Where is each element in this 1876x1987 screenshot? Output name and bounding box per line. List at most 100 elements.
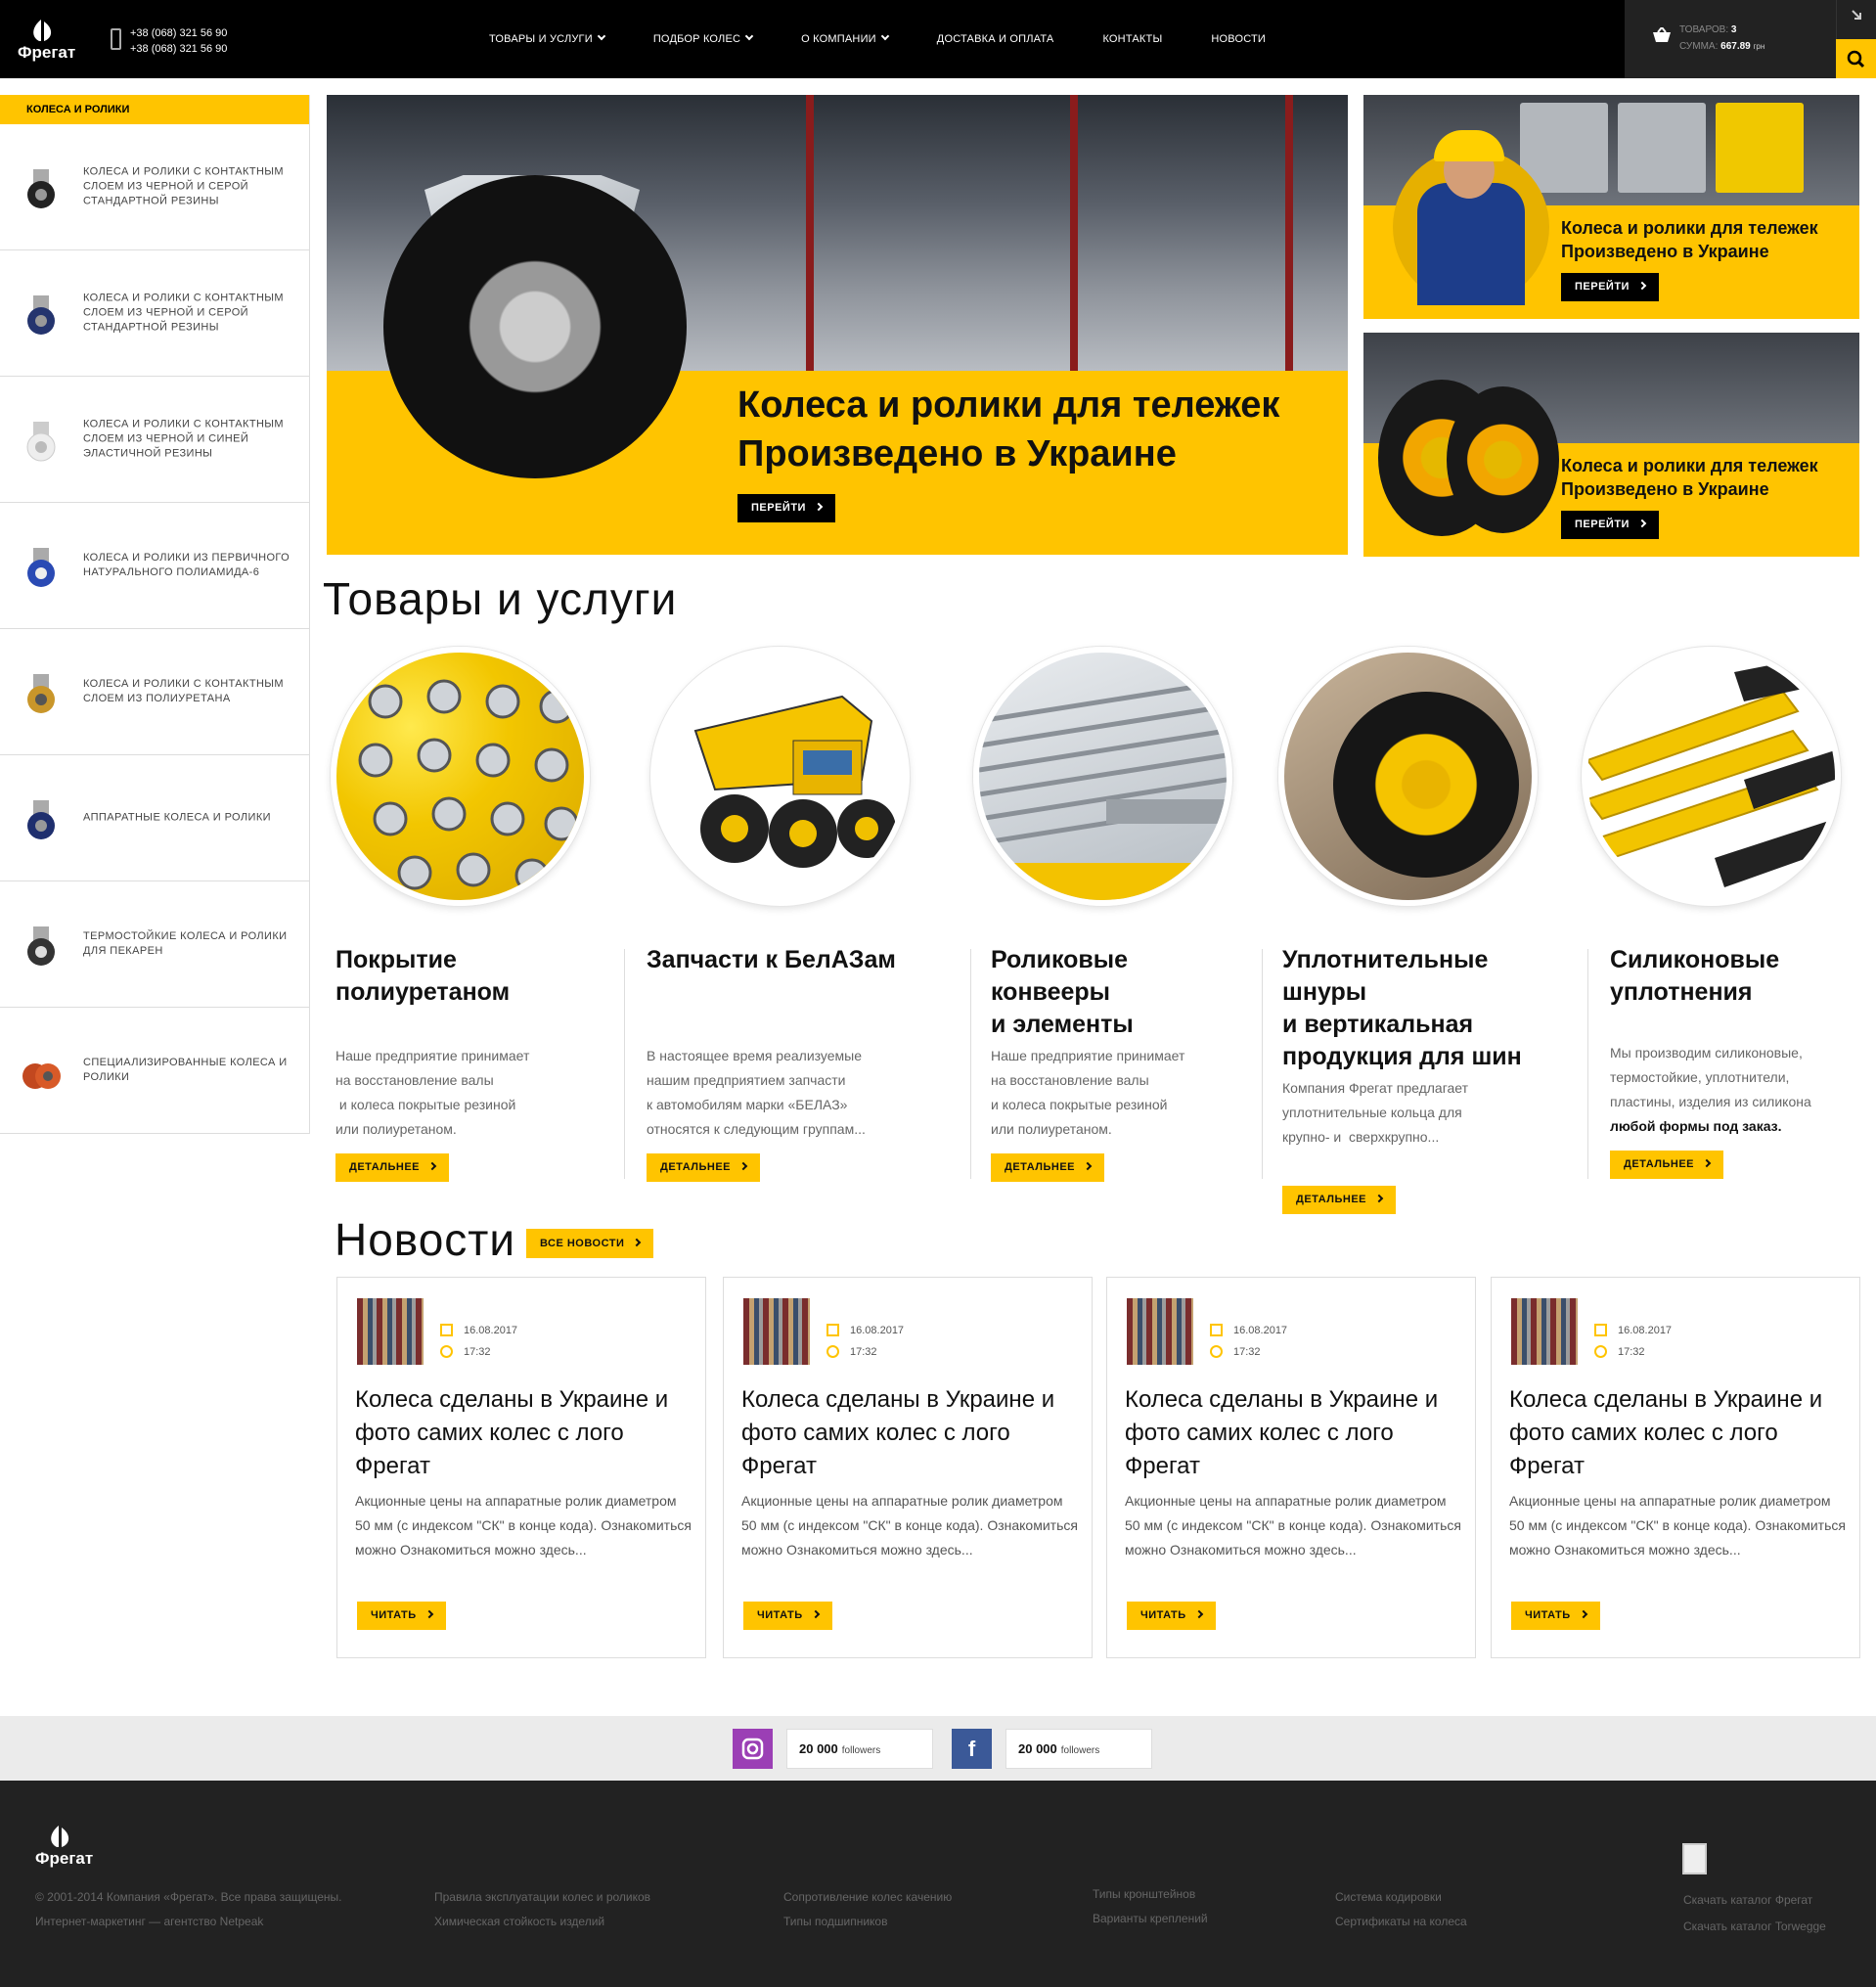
facebook-icon[interactable]: f bbox=[952, 1729, 992, 1769]
news-title[interactable]: Колеса сделаны в Украине и фото самих ко… bbox=[741, 1383, 1074, 1483]
details-button[interactable]: Детальнее bbox=[1282, 1186, 1397, 1214]
chevron-right-icon bbox=[1637, 281, 1647, 291]
cart-widget[interactable]: Товаров: 3 Сумма: 667.89 грн bbox=[1625, 0, 1836, 78]
sidebar-item[interactable]: Колеса и ролики с контактным слоем из че… bbox=[0, 377, 309, 503]
sidebar-item[interactable]: Колеса и ролики с контактным слоем из по… bbox=[0, 629, 309, 755]
promo-title-line: Колеса и ролики для тележек bbox=[1561, 456, 1818, 475]
logo-text: Фрегат bbox=[18, 43, 76, 62]
caster-wheel-icon bbox=[27, 800, 55, 839]
product-text-line: Компания Фрегат предлагает bbox=[1282, 1080, 1469, 1096]
news-title[interactable]: Колеса сделаны в Украине и фото самих ко… bbox=[1509, 1383, 1842, 1483]
product-image-seals-tires[interactable] bbox=[1278, 647, 1538, 906]
phone-number[interactable]: +38 (068) 321 56 90 bbox=[130, 25, 227, 41]
read-button[interactable]: Читать bbox=[743, 1602, 832, 1630]
promo-go-button[interactable]: Перейти bbox=[1561, 273, 1659, 301]
calendar-icon bbox=[826, 1324, 839, 1336]
news-thumbnail[interactable] bbox=[1127, 1298, 1193, 1365]
news-thumbnail[interactable] bbox=[357, 1298, 424, 1365]
news-date-value: 16.08.2017 bbox=[1233, 1325, 1288, 1336]
read-button[interactable]: Читать bbox=[1127, 1602, 1216, 1630]
button-label: Перейти bbox=[1575, 519, 1630, 530]
nav-item-delivery[interactable]: Доставка и оплата bbox=[937, 33, 1054, 45]
nav-item-contacts[interactable]: Контакты bbox=[1102, 33, 1162, 45]
sidebar-item[interactable]: Термостойкие колеса и ролики для пекарен bbox=[0, 881, 309, 1008]
button-label: Читать bbox=[1140, 1609, 1186, 1621]
sail-logo-icon bbox=[51, 1826, 69, 1847]
button-label: Детальнее bbox=[1005, 1161, 1076, 1173]
chevron-right-icon bbox=[1702, 1158, 1712, 1168]
product-image-conveyor[interactable] bbox=[973, 647, 1232, 906]
footer-link[interactable]: Правила эксплуатации колес и роликов bbox=[434, 1885, 650, 1910]
button-label: Детальнее bbox=[1296, 1194, 1367, 1205]
footer-links: Правила эксплуатации колес и роликов Хим… bbox=[434, 1885, 650, 1934]
footer-link[interactable]: Сопротивление колес качению bbox=[783, 1885, 952, 1910]
footer-link[interactable]: Типы подшипников bbox=[783, 1910, 952, 1934]
details-button[interactable]: Детальнее bbox=[335, 1153, 450, 1182]
sidebar-item[interactable]: Специализированные колеса и ролики bbox=[0, 1008, 309, 1134]
details-button[interactable]: Детальнее bbox=[991, 1153, 1105, 1182]
footer-link[interactable]: Сертификаты на колеса bbox=[1335, 1910, 1467, 1934]
agency-link[interactable]: Интернет-маркетинг — агентство Netpeak bbox=[35, 1910, 342, 1934]
product-text-line: уплотнительные кольца для bbox=[1282, 1105, 1462, 1120]
promo-go-button[interactable]: Перейти bbox=[1561, 511, 1659, 539]
details-button[interactable]: Детальнее bbox=[1610, 1151, 1724, 1179]
clock-icon bbox=[826, 1345, 839, 1358]
sidebar-item[interactable]: Колеса и ролики с контактным слоем из че… bbox=[0, 124, 309, 250]
product-image-silicone[interactable] bbox=[1582, 647, 1841, 906]
news-time-value: 17:32 bbox=[464, 1346, 491, 1358]
footer-links: Типы кронштейнов Варианты креплений bbox=[1093, 1882, 1208, 1931]
product-text-line: Наше предприятие принимает bbox=[335, 1048, 530, 1063]
nav-item-news[interactable]: Новости bbox=[1211, 33, 1266, 45]
sidebar-item[interactable]: Аппаратные колеса и ролики bbox=[0, 755, 309, 881]
sidebar-item[interactable]: Колеса и ролики с контактным слоем из че… bbox=[0, 250, 309, 377]
product-text-line: на восстановление валы bbox=[335, 1072, 494, 1088]
login-button[interactable] bbox=[1836, 0, 1876, 39]
news-title[interactable]: Колеса сделаны в Украине и фото самих ко… bbox=[1125, 1383, 1457, 1483]
follower-count: 20 000 bbox=[799, 1741, 838, 1756]
footer-logo[interactable]: Фрегат bbox=[35, 1826, 93, 1869]
sidebar-item-label: Термостойкие колеса и ролики для пекарен bbox=[83, 930, 288, 957]
footer-link[interactable]: Система кодировки bbox=[1335, 1885, 1467, 1910]
details-button[interactable]: Детальнее bbox=[647, 1153, 761, 1182]
footer-link[interactable]: Химическая стойкость изделий bbox=[434, 1910, 650, 1934]
phone-number[interactable]: +38 (068) 321 56 90 bbox=[130, 41, 227, 57]
read-button[interactable]: Читать bbox=[1511, 1602, 1600, 1630]
chevron-right-icon bbox=[633, 1238, 642, 1247]
nav-item-about[interactable]: О компании bbox=[801, 31, 890, 45]
button-label: Все новости bbox=[540, 1238, 625, 1249]
footer: Фрегат © 2001-2014 Компания «Фрегат». Вс… bbox=[0, 1781, 1876, 1987]
hero-go-button[interactable]: Перейти bbox=[737, 494, 835, 522]
product-image-polyurethane[interactable] bbox=[331, 647, 590, 906]
login-arrow-icon bbox=[1852, 10, 1861, 20]
footer-copyright: © 2001-2014 Компания «Фрегат». Все права… bbox=[35, 1885, 342, 1934]
instagram-icon[interactable] bbox=[733, 1729, 773, 1769]
all-news-button[interactable]: Все новости bbox=[526, 1229, 654, 1258]
sidebar-item-label: Колеса и ролики из первичного натурально… bbox=[83, 552, 290, 578]
cart-items-label: Товаров: bbox=[1679, 24, 1729, 35]
cart-items-value: 3 bbox=[1730, 24, 1737, 35]
footer-link[interactable]: Варианты креплений bbox=[1093, 1907, 1208, 1931]
chevron-down-icon bbox=[880, 31, 890, 41]
product-text-line: на восстановление валы bbox=[991, 1072, 1149, 1088]
button-label: Детальнее bbox=[660, 1161, 732, 1173]
footer-links: Система кодировки Сертификаты на колеса bbox=[1335, 1885, 1467, 1934]
nav-item-wheel-selection[interactable]: Подбор колес bbox=[653, 31, 754, 45]
product-card: Уплотнительные шнуры и вертикальная прод… bbox=[1282, 944, 1576, 1214]
product-title: Запчасти к БелАЗам bbox=[647, 944, 960, 976]
footer-link[interactable]: Типы кронштейнов bbox=[1093, 1882, 1208, 1907]
download-catalog-link[interactable]: Скачать каталог Фрегат bbox=[1683, 1887, 1826, 1914]
product-image-belaz[interactable] bbox=[650, 647, 910, 906]
sidebar-item[interactable]: Колеса и ролики из первичного натурально… bbox=[0, 503, 309, 629]
product-description: Компания Фрегат предлагает уплотнительны… bbox=[1282, 1076, 1576, 1150]
download-catalog-link[interactable]: Скачать каталог Torwegge bbox=[1683, 1914, 1826, 1940]
search-button[interactable] bbox=[1836, 39, 1876, 78]
product-description: Наше предприятие принимает на восстановл… bbox=[335, 1044, 614, 1142]
category-sidebar: Колеса и ролики Колеса и ролики с контак… bbox=[0, 95, 310, 1134]
read-button[interactable]: Читать bbox=[357, 1602, 446, 1630]
news-thumbnail[interactable] bbox=[743, 1298, 810, 1365]
nav-item-products[interactable]: Товары и услуги bbox=[489, 31, 606, 45]
follower-count: 20 000 bbox=[1018, 1741, 1057, 1756]
news-title[interactable]: Колеса сделаны в Украине и фото самих ко… bbox=[355, 1383, 688, 1483]
logo[interactable]: Фрегат bbox=[18, 20, 75, 63]
news-thumbnail[interactable] bbox=[1511, 1298, 1578, 1365]
